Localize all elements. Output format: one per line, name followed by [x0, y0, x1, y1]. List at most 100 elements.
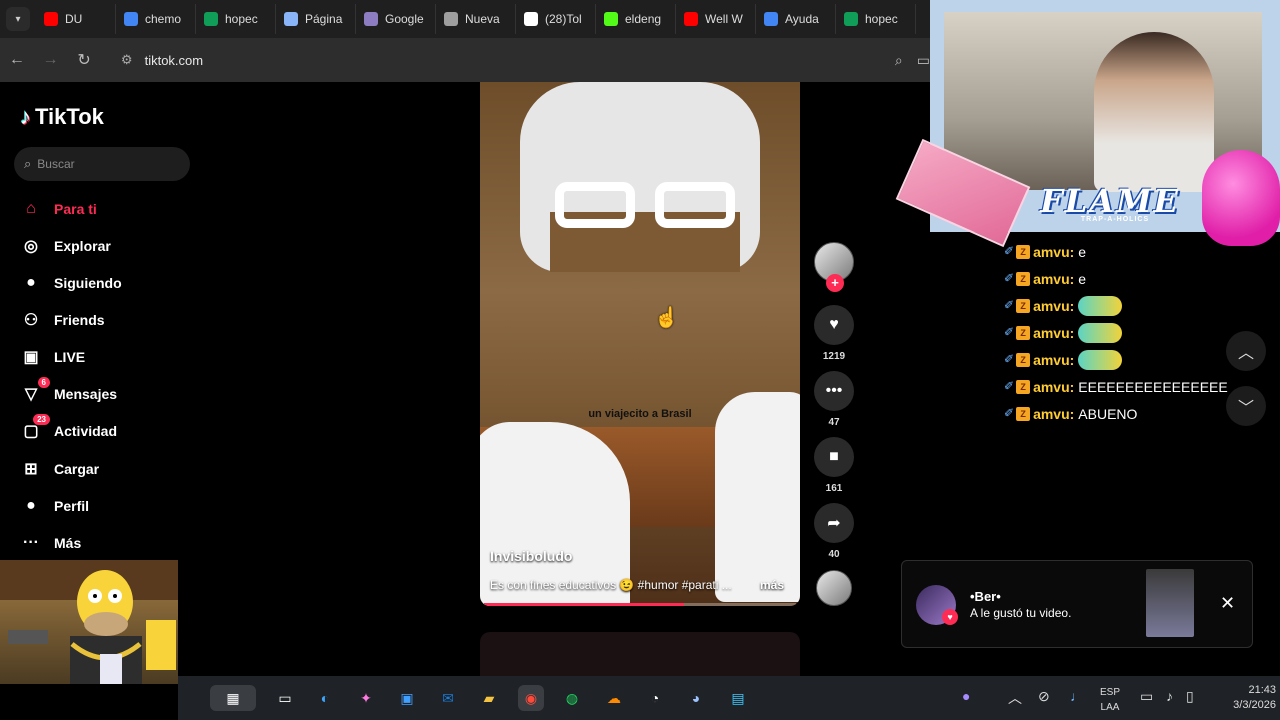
tiktok-logo-text: TikTok	[35, 104, 104, 129]
video-player[interactable]: un viajecito a Brasil Invisiboludo Es co…	[480, 82, 800, 606]
tiktok-sidebar: ♪ TikTok ⌕ Buscar ⌂ Para ti ◎ Explorar ● Sigu…	[0, 82, 200, 560]
obs-icon[interactable]: ◔	[642, 685, 668, 711]
follow-plus-icon[interactable]: +	[826, 274, 844, 292]
streamer-figure	[1094, 32, 1214, 192]
back-icon[interactable]: ←	[0, 51, 34, 69]
tray-app-icon[interactable]: ●	[962, 688, 970, 704]
video-more-link[interactable]: más	[760, 578, 784, 592]
browser-tab[interactable]: Well W	[676, 4, 756, 34]
sidebar-item-explorar[interactable]: ◎ Explorar	[18, 231, 111, 261]
scroll-down-button[interactable]: ﹀	[1226, 386, 1266, 426]
address-bar[interactable]: ⚙ tiktok.com	[109, 44, 881, 76]
tab-label: Ayuda	[785, 12, 819, 26]
system-clock[interactable]: 21:43 3/3/2026	[1208, 683, 1276, 713]
video-scene-glasses	[555, 182, 735, 230]
keyboard-layout: LAA	[1100, 702, 1120, 713]
volume-icon[interactable]: ♪	[1166, 688, 1173, 704]
tab-label: Página	[305, 12, 343, 26]
display-icon[interactable]: ▭	[1140, 688, 1153, 705]
tab-label: chemo	[145, 12, 182, 26]
sidebar-item-siguiendo[interactable]: ● Siguiendo	[18, 268, 122, 298]
sidebar-item-perfil[interactable]: ● Perfil	[18, 491, 89, 521]
search-icon: ⌕	[24, 156, 32, 171]
video-progress-bar[interactable]	[484, 603, 796, 606]
notepad-icon[interactable]: ▤	[725, 685, 751, 711]
steam-icon[interactable]: ◕	[683, 685, 709, 711]
windows-taskbar: ▦ ▭ ◐ ✦ ▣ ✉ ▰ ◉ ◍ ☁ ◔ ◕ ▤ ● ︿ ⊘ ♩ ESP LA…	[178, 676, 1280, 720]
video-author[interactable]: Invisiboludo	[490, 548, 572, 564]
tab-search-button[interactable]: ▾	[6, 7, 30, 31]
browser-tab[interactable]: hopec	[836, 4, 916, 34]
show-hidden-icons-chevron-up-icon[interactable]: ︿	[1008, 688, 1022, 708]
save-button[interactable]: ■ 161	[813, 437, 855, 494]
browser-tab[interactable]: (28)Tol	[516, 4, 596, 34]
tab-label: hopec	[865, 12, 898, 26]
language-indicator[interactable]: ESP LAA	[1100, 685, 1120, 715]
following-avatar-icon: ●	[26, 274, 36, 291]
forward-icon[interactable]: →	[34, 51, 68, 69]
sidebar-item-label: Cargar	[54, 461, 100, 477]
next-video-preview[interactable]	[480, 632, 800, 676]
creator-avatar[interactable]: +	[813, 242, 855, 292]
sidebar-item-actividad[interactable]: ▢ 23 Actividad	[18, 414, 117, 446]
browser-tab[interactable]: Google	[356, 4, 436, 34]
zoom-icon[interactable]: ⌕	[895, 52, 903, 69]
like-notification[interactable]: ♥ •Ber• A le gustó tu video. ✕	[901, 560, 1253, 648]
browser-tab[interactable]: Nueva	[436, 4, 516, 34]
heart-icon: ♥	[814, 305, 854, 345]
chat-badges-icon: ✐ Z	[1004, 325, 1031, 340]
chrome-icon[interactable]: ◉	[518, 685, 544, 711]
microphone-icon[interactable]: ♩	[1070, 688, 1084, 704]
sidebar-item-cargar[interactable]: ⊞ Cargar	[18, 454, 99, 484]
browser-tab-strip: ▾ DU chemo hopec Página Google Nueva (28)Tol el…	[0, 0, 930, 38]
like-button[interactable]: ♥ 1219	[813, 305, 855, 362]
browser-tab[interactable]: hopec	[196, 4, 276, 34]
chat-message: ✐ Zamvu: EEEEEEEEEEEEEEEE	[1004, 373, 1244, 400]
chat-badges-icon: ✐ Z	[1004, 379, 1031, 394]
sidebar-item-mensajes[interactable]: ▽ 6 Mensajes	[18, 377, 117, 409]
more-icon: ···	[23, 534, 39, 551]
spotify-icon[interactable]: ◍	[559, 685, 585, 711]
network-off-icon[interactable]: ⊘	[1038, 688, 1050, 705]
task-view-thumbnail[interactable]: ▦	[210, 685, 256, 711]
browser-tab[interactable]: eldeng	[596, 4, 676, 34]
flame-overlay-subtitle: TRAP-A-HOLICS	[1080, 216, 1150, 223]
battery-icon[interactable]: ▯	[1186, 688, 1194, 705]
tab-label: Nueva	[465, 12, 500, 26]
browser-tab[interactable]: Página	[276, 4, 356, 34]
tiktok-logo[interactable]: ♪ TikTok	[20, 104, 104, 130]
browser-tab[interactable]: chemo	[116, 4, 196, 34]
sidebar-item-friends[interactable]: ⚇ Friends	[18, 305, 105, 335]
browser-tab[interactable]: DU	[36, 4, 116, 34]
notification-badge: 6	[37, 377, 50, 388]
scroll-up-button[interactable]: ︿	[1226, 331, 1266, 371]
sound-disc[interactable]	[813, 570, 855, 606]
profile-avatar-icon: ●	[26, 497, 36, 514]
install-app-icon[interactable]: ▭	[917, 52, 930, 69]
comment-button[interactable]: ••• 47	[813, 371, 855, 428]
address-url: tiktok.com	[144, 52, 204, 68]
close-icon[interactable]: ✕	[1220, 593, 1235, 614]
tab-label: Google	[385, 12, 424, 26]
copilot-icon[interactable]: ✦	[353, 685, 379, 711]
file-icon[interactable]: ▭	[272, 685, 298, 711]
sidebar-item-para-ti[interactable]: ⌂ Para ti	[18, 194, 97, 224]
share-button[interactable]: ➦ 40	[813, 503, 855, 560]
notification-heart-icon: ♥	[942, 609, 958, 625]
comment-count: 47	[828, 417, 840, 428]
share-count: 40	[828, 549, 840, 560]
site-info-icon[interactable]: ⚙	[121, 52, 133, 68]
edge-icon[interactable]: ◐	[312, 685, 338, 711]
notification-thumbnail[interactable]	[1146, 569, 1194, 637]
reload-icon[interactable]: ↻	[67, 50, 101, 70]
chat-badges-icon: ✐ Z	[1004, 244, 1031, 259]
soundcloud-icon[interactable]: ☁	[601, 685, 627, 711]
sidebar-item-live[interactable]: ▣ LIVE	[18, 342, 85, 372]
search-input[interactable]: ⌕ Buscar	[14, 147, 190, 181]
store-icon[interactable]: ▣	[394, 685, 420, 711]
sidebar-item-más[interactable]: ··· Más	[18, 528, 81, 558]
file-explorer-icon[interactable]: ▰	[476, 685, 502, 711]
outlook-icon[interactable]: ✉	[435, 685, 461, 711]
sidebar-item-label: Perfil	[54, 498, 90, 514]
browser-tab[interactable]: Ayuda	[756, 4, 836, 34]
